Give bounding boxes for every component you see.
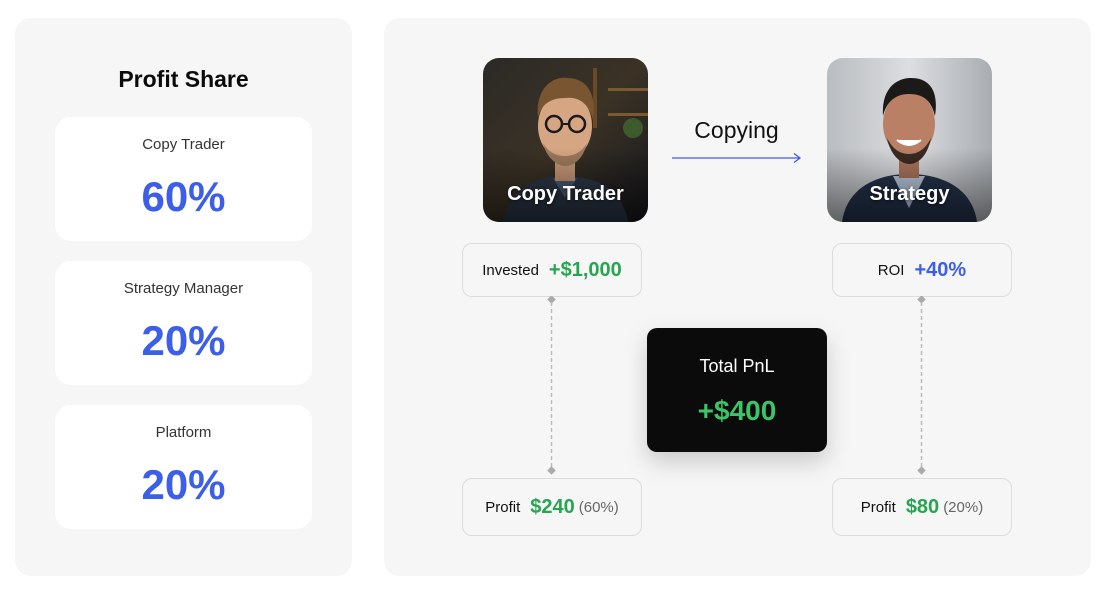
strategy-profit-value: $80 xyxy=(905,495,940,518)
trader-profit-value: $240 xyxy=(530,495,575,518)
roi-pill: ROI +40% xyxy=(832,243,1012,297)
right-dashed-connector xyxy=(917,296,926,475)
profit-share-title: Profit Share xyxy=(118,66,249,92)
share-card-value: 20% xyxy=(141,317,226,364)
trader-profit-label: Profit xyxy=(485,498,521,516)
share-card-label: Copy Trader xyxy=(142,136,225,153)
share-card-value: 60% xyxy=(141,173,226,220)
trader-profit-share: (60%) xyxy=(578,498,619,516)
copy-trader-caption: Copy Trader xyxy=(507,183,624,205)
total-pnl-value: +$400 xyxy=(697,395,777,426)
share-card-copy-trader: Copy Trader 60% xyxy=(55,117,312,241)
share-card-value: 20% xyxy=(141,461,226,508)
copying-label: Copying xyxy=(694,117,779,143)
strategy-avatar: Strategy xyxy=(827,58,992,222)
trader-profit-pill: Profit $240 (60%) xyxy=(462,478,642,536)
strategy-profit-share: (20%) xyxy=(943,498,984,516)
arrow-right-icon xyxy=(672,152,802,164)
invested-pill: Invested +$1,000 xyxy=(462,243,642,297)
roi-label: ROI xyxy=(877,261,905,279)
total-pnl-card: Total PnL +$400 xyxy=(647,328,827,452)
profit-share-panel: Profit Share Copy Trader 60% Strategy Ma… xyxy=(15,18,352,576)
copy-flow-panel: Copy Trader Copying Strategy Invested +$… xyxy=(384,18,1091,576)
invested-label: Invested xyxy=(482,261,539,279)
strategy-profit-label: Profit xyxy=(860,498,896,516)
left-dashed-connector xyxy=(547,296,556,475)
copy-trader-avatar: Copy Trader xyxy=(483,58,648,222)
strategy-caption: Strategy xyxy=(869,183,950,205)
share-card-label: Platform xyxy=(155,424,212,441)
strategy-profit-pill: Profit $80 (20%) xyxy=(832,478,1012,536)
share-card-label: Strategy Manager xyxy=(123,280,244,297)
share-card-platform: Platform 20% xyxy=(55,405,312,529)
roi-value: +40% xyxy=(914,258,967,281)
total-pnl-label: Total PnL xyxy=(699,356,775,376)
invested-value: +$1,000 xyxy=(548,258,622,281)
share-card-strategy-manager: Strategy Manager 20% xyxy=(55,261,312,385)
